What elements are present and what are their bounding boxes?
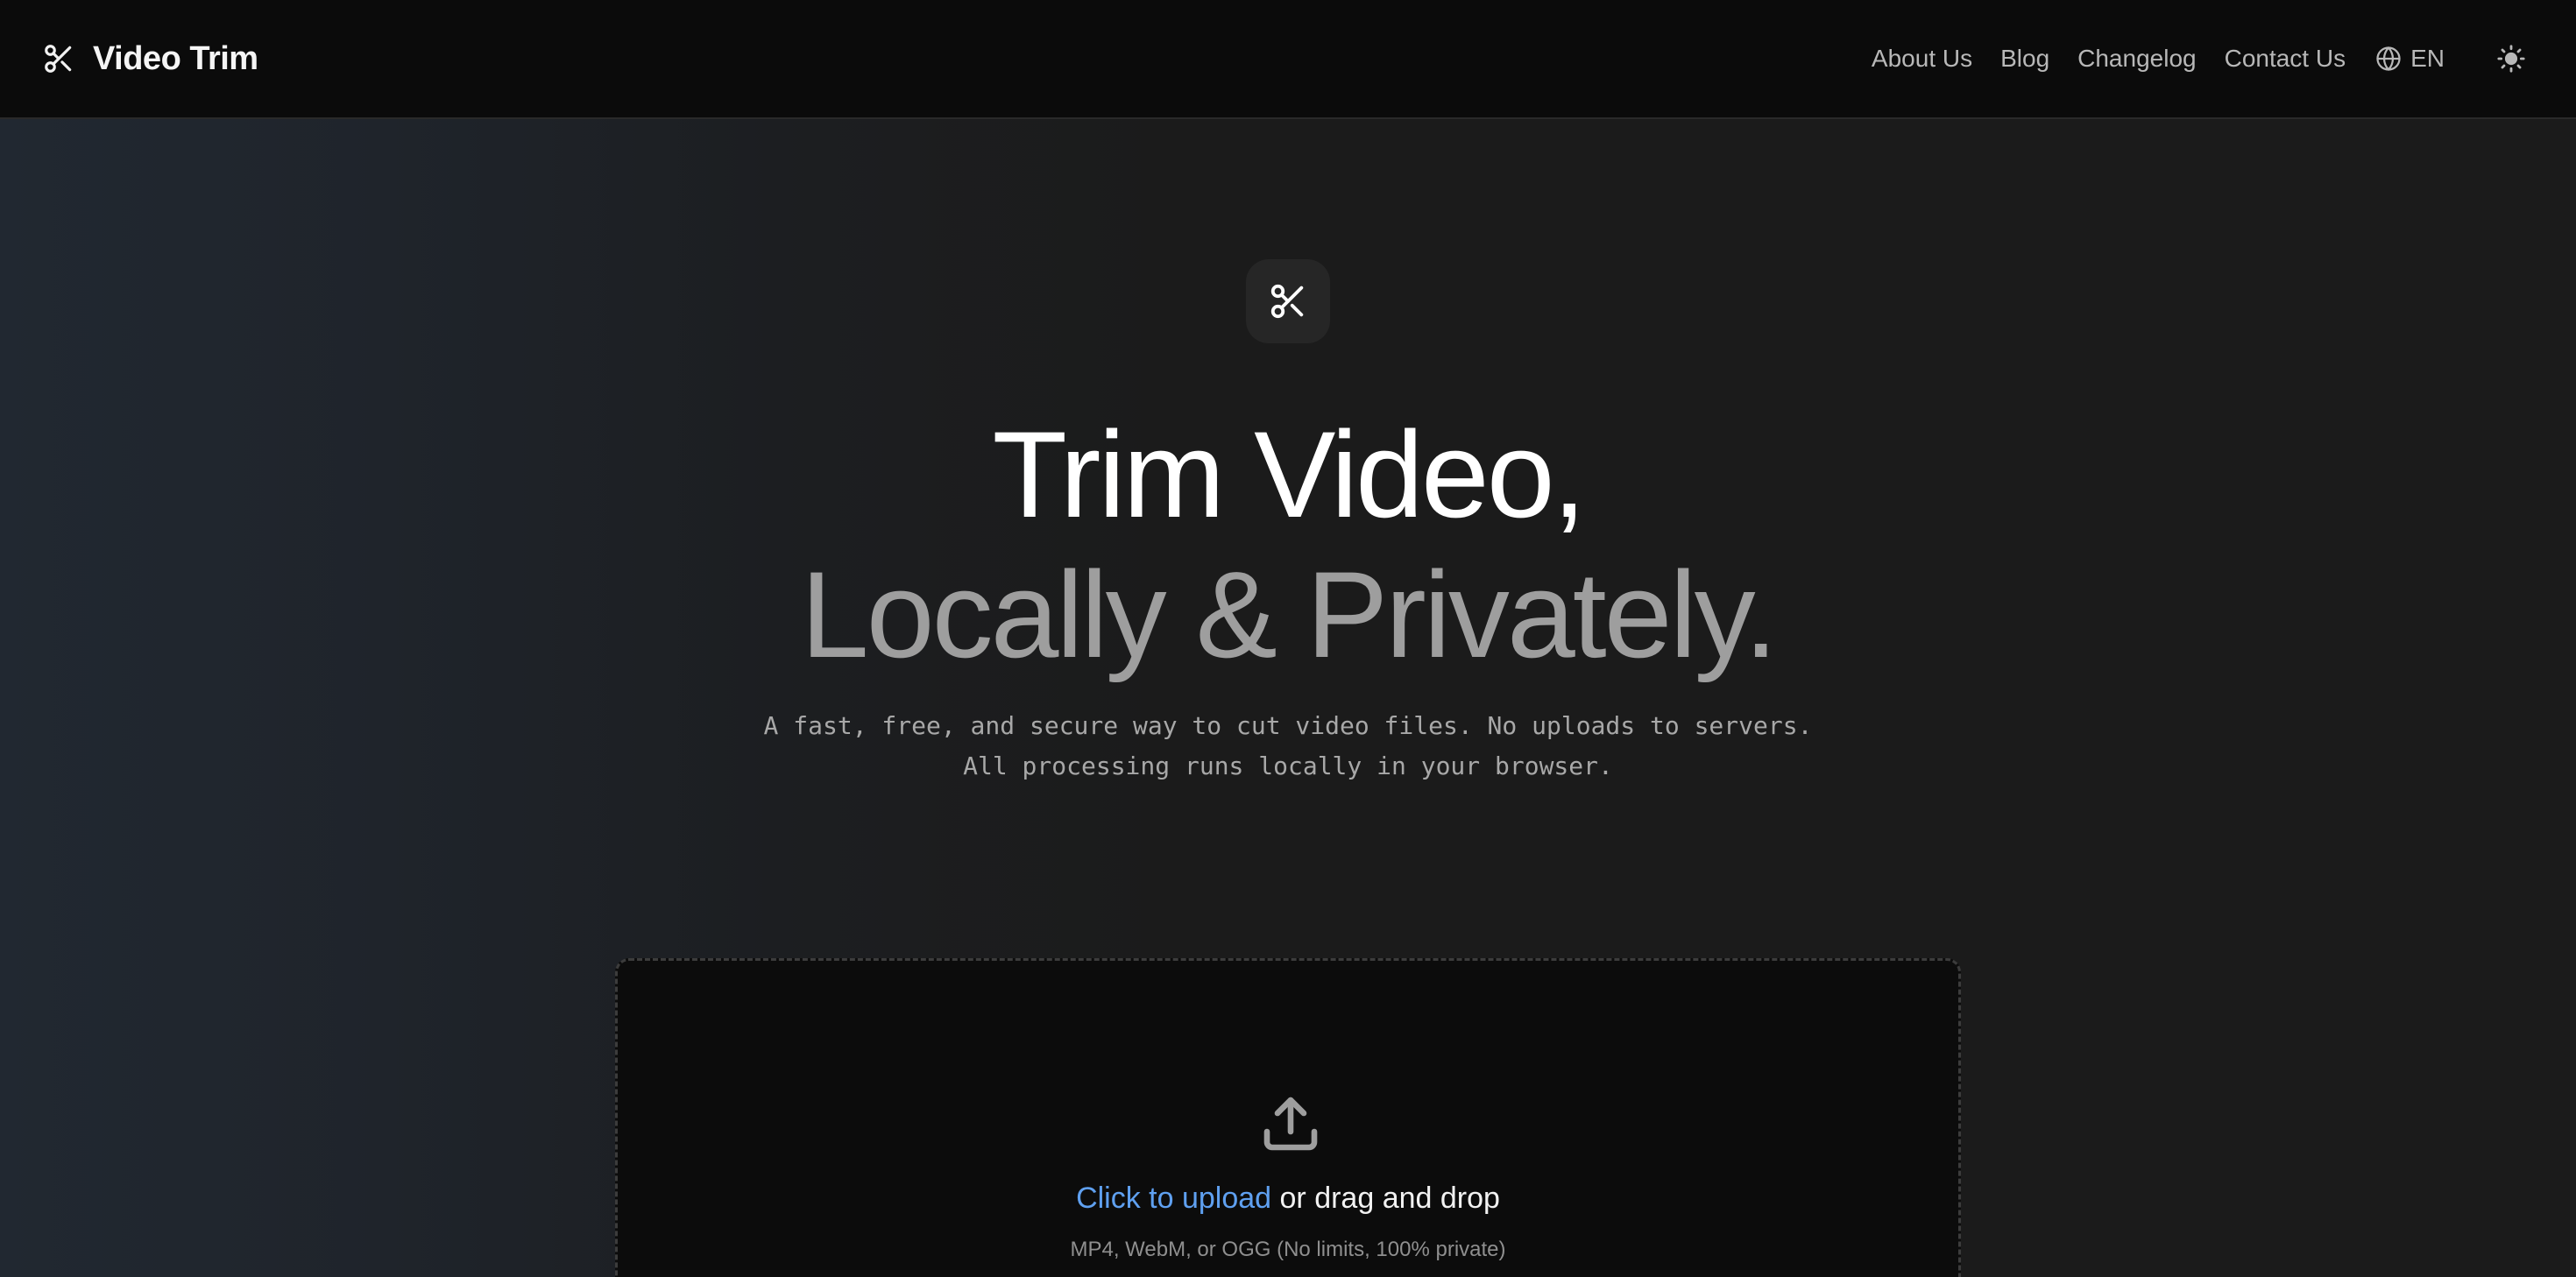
globe-icon xyxy=(2376,46,2401,71)
hero-title-line2: Locally & Privately. xyxy=(800,546,1778,683)
upload-icon xyxy=(1263,1097,1318,1151)
scissors-icon xyxy=(1270,284,1304,319)
brand-home-link[interactable]: Video Trim xyxy=(42,40,258,78)
nav-about-us[interactable]: About Us xyxy=(1872,45,1972,73)
top-header: Video Trim About Us Blog Changelog Conta… xyxy=(0,0,2576,119)
upload-instruction: Click to upload or drag and drop xyxy=(618,1182,1958,1216)
nav-blog[interactable]: Blog xyxy=(2000,45,2049,73)
brand-title: Video Trim xyxy=(93,39,258,77)
page: Video Trim About Us Blog Changelog Conta… xyxy=(0,0,2576,1277)
upload-format-hint: MP4, WebM, or OGG (No limits, 100% priva… xyxy=(1070,1238,1506,1261)
hero-title-line1: Trim Video, xyxy=(992,406,1587,543)
hero-badge xyxy=(1246,259,1330,343)
nav-contact-us[interactable]: Contact Us xyxy=(2225,45,2346,73)
hero-title: Trim Video, Locally & Privately. xyxy=(0,405,2576,685)
drag-and-drop-text: or drag and drop xyxy=(1271,1182,1500,1215)
main-nav: About Us Blog Changelog Contact Us EN xyxy=(1872,39,2530,78)
sun-icon xyxy=(2497,45,2525,73)
language-label: EN xyxy=(2410,45,2445,72)
language-selector[interactable]: EN xyxy=(2375,45,2445,73)
hero-subtitle: A fast, free, and secure way to cut vide… xyxy=(763,711,1813,780)
scissors-icon xyxy=(45,45,72,73)
nav-changelog[interactable]: Changelog xyxy=(2077,45,2196,73)
theme-toggle-button[interactable] xyxy=(2492,39,2530,78)
click-to-upload-link[interactable]: Click to upload xyxy=(1076,1182,1271,1215)
upload-dropzone[interactable]: Click to upload or drag and drop MP4, We… xyxy=(615,958,1961,1277)
